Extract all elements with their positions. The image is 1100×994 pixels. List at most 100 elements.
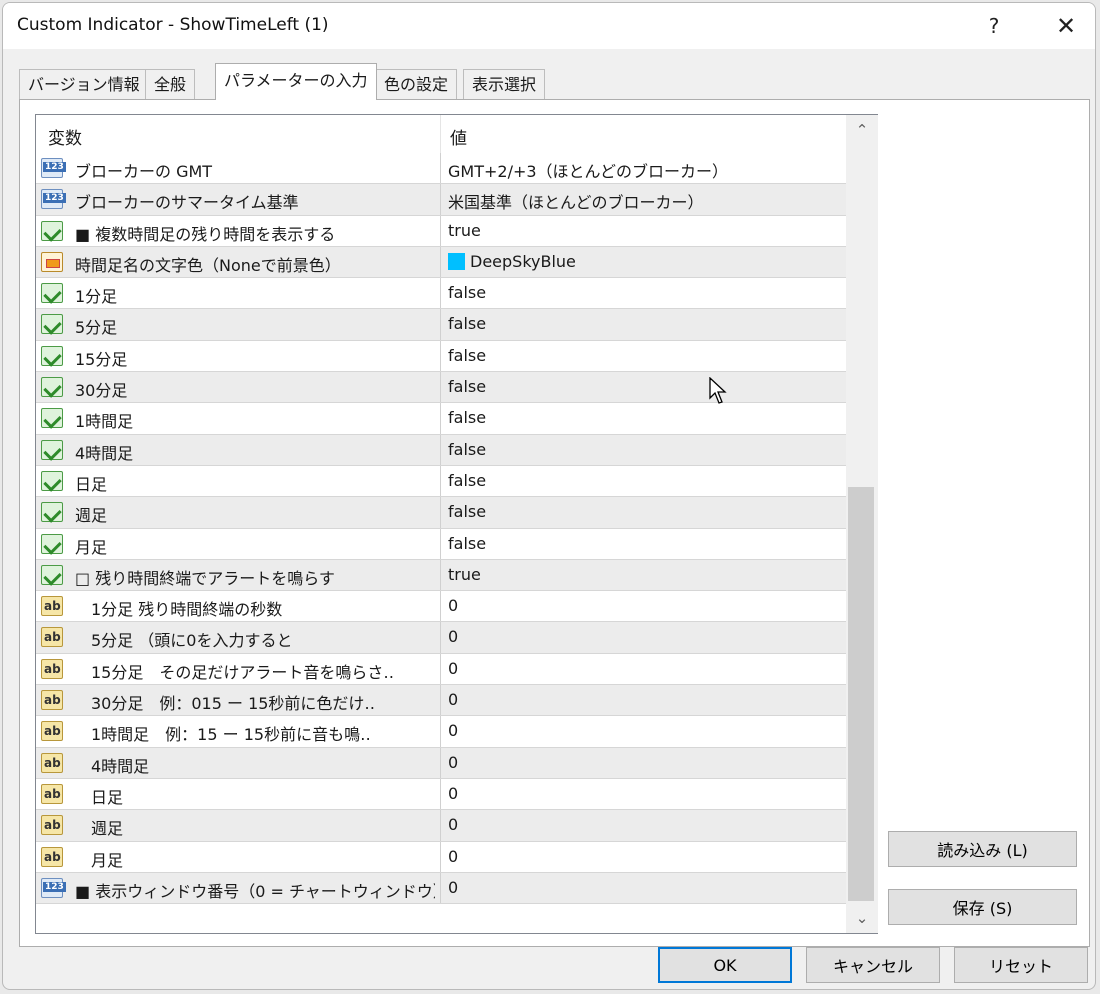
parameter-row[interactable]: 日足 false	[36, 465, 846, 498]
parameter-name: ■ 複数時間足の残り時間を表示する	[75, 224, 336, 244]
parameter-value[interactable]: false	[448, 283, 486, 302]
parameter-value[interactable]: 0	[448, 659, 458, 678]
parameter-value[interactable]: true	[448, 565, 481, 584]
scroll-down-icon[interactable]: ⌄	[846, 903, 878, 933]
ok-button[interactable]: OK	[658, 947, 792, 983]
parameter-row[interactable]: 15分足 その足だけアラート音を鳴らさ‥ 0	[36, 653, 846, 686]
save-button[interactable]: 保存 (S)	[888, 889, 1077, 925]
tab-parameter-input[interactable]: パラメーターの入力	[215, 63, 377, 100]
column-divider	[440, 685, 441, 716]
column-divider	[440, 497, 441, 528]
parameter-value-text: false	[448, 533, 487, 553]
parameter-value[interactable]: false	[448, 377, 486, 396]
parameter-row[interactable]: 月足 0	[36, 841, 846, 873]
string-type-icon	[41, 721, 63, 742]
boolean-type-icon	[41, 345, 63, 366]
parameter-name: □ 残り時間終端でアラートを鳴らす	[75, 568, 335, 588]
parameter-name: ■ 表示ウィンドウ番号（0 = チャートウィンドウ）	[75, 881, 435, 901]
parameter-row[interactable]: ■ 複数時間足の残り時間を表示する true	[36, 215, 846, 247]
integer-type-icon	[41, 189, 66, 210]
column-divider	[440, 716, 441, 747]
color-swatch	[448, 252, 465, 270]
parameter-row[interactable]: 30分足 例：015 ー 15秒前に色だけ‥ 0	[36, 685, 846, 717]
parameter-value[interactable]: 0	[448, 878, 458, 897]
parameter-value[interactable]: DeepSkyBlue	[448, 252, 576, 271]
parameter-row[interactable]: 4時間足 false	[36, 434, 846, 466]
parameter-name: 1時間足 例：15 ー 15秒前に音も鳴‥	[75, 725, 371, 745]
parameter-value[interactable]: GMT+2/+3（ほとんどのブローカー）	[448, 158, 728, 182]
column-header-variable[interactable]: 変数	[48, 124, 82, 149]
parameter-value[interactable]: 0	[448, 596, 458, 615]
column-divider	[440, 184, 441, 215]
parameter-value[interactable]: 0	[448, 627, 458, 646]
load-button[interactable]: 読み込み (L)	[888, 831, 1077, 867]
tab-general[interactable]: 全般	[145, 69, 196, 99]
parameter-value[interactable]: 米国基準（ほとんどのブローカー）	[448, 189, 704, 213]
parameter-row[interactable]: □ 残り時間終端でアラートを鳴らす true	[36, 559, 846, 592]
column-divider	[440, 559, 441, 591]
parameter-value[interactable]: 0	[448, 690, 458, 709]
parameter-value[interactable]: 0	[448, 847, 458, 866]
parameter-value[interactable]: false	[448, 346, 486, 365]
parameter-row[interactable]: 1分足 false	[36, 278, 846, 310]
vertical-scrollbar[interactable]: ⌃ ⌄	[846, 115, 878, 933]
parameter-value-text: 0	[448, 752, 459, 772]
scrollbar-thumb[interactable]	[848, 487, 874, 901]
string-type-icon	[41, 815, 63, 836]
column-divider	[440, 309, 441, 340]
parameter-value-text: 0	[448, 690, 459, 710]
tab-color-settings[interactable]: 色の設定	[375, 69, 458, 99]
parameter-name: 4時間足	[75, 756, 150, 776]
parameter-value[interactable]: 0	[448, 721, 458, 740]
parameter-value-text: 0	[448, 721, 459, 741]
parameter-value[interactable]: 0	[448, 784, 458, 803]
column-header-value[interactable]: 値	[450, 124, 467, 149]
parameter-row[interactable]: 週足 false	[36, 497, 846, 529]
column-divider	[440, 622, 441, 653]
parameter-row[interactable]: 1時間足 false	[36, 403, 846, 435]
parameter-row[interactable]: 15分足 false	[36, 340, 846, 373]
close-button[interactable]: ✕	[1035, 3, 1095, 49]
cancel-button[interactable]: キャンセル	[806, 947, 940, 983]
color-type-icon	[41, 251, 63, 272]
column-divider	[440, 403, 441, 434]
parameter-name: 時間足名の文字色（Noneで前景色）	[75, 255, 341, 275]
parameter-value[interactable]: true	[448, 221, 481, 240]
parameter-value[interactable]: false	[448, 534, 486, 553]
parameter-value[interactable]: false	[448, 471, 486, 490]
parameter-row[interactable]: 1時間足 例：15 ー 15秒前に音も鳴‥ 0	[36, 716, 846, 748]
parameter-value[interactable]: false	[448, 440, 486, 459]
column-divider	[440, 372, 441, 403]
boolean-type-icon	[41, 470, 63, 491]
integer-type-icon	[41, 877, 66, 898]
parameter-name: 日足	[75, 787, 124, 807]
parameter-grid: 変数 値 ブローカーの GMTGMT+2/+3（ほとんどのブローカー）ブローカー…	[35, 114, 878, 934]
parameter-value-text: true	[448, 564, 481, 584]
parameter-value[interactable]: 0	[448, 815, 458, 834]
reset-button[interactable]: リセット	[954, 947, 1088, 983]
parameter-row[interactable]: 日足 0	[36, 778, 846, 811]
parameter-row[interactable]: 月足 false	[36, 528, 846, 560]
parameter-row[interactable]: 5分足 （頭に0を入力すると 0	[36, 622, 846, 654]
help-button[interactable]: ?	[963, 3, 1025, 49]
boolean-type-icon	[41, 502, 63, 523]
column-divider	[440, 465, 441, 497]
parameter-row[interactable]: 時間足名の文字色（Noneで前景色） DeepSkyBlue	[36, 246, 846, 279]
string-type-icon	[41, 627, 63, 648]
parameter-row[interactable]: 5分足 false	[36, 309, 846, 341]
parameter-row[interactable]: ブローカーのサマータイム基準 米国基準（ほとんどのブローカー）	[36, 184, 846, 216]
parameter-value[interactable]: false	[448, 502, 486, 521]
scroll-up-icon[interactable]: ⌃	[846, 115, 878, 145]
tab-version-info[interactable]: バージョン情報	[19, 69, 149, 99]
parameter-row[interactable]: 週足 0	[36, 810, 846, 842]
parameter-row[interactable]: ブローカーの GMT GMT+2/+3（ほとんどのブローカー）	[36, 153, 846, 185]
tab-display-selection[interactable]: 表示選択	[463, 69, 546, 99]
parameter-value[interactable]: false	[448, 408, 486, 427]
parameter-name: 週足	[75, 506, 108, 526]
parameter-value[interactable]: 0	[448, 753, 458, 772]
parameter-value[interactable]: false	[448, 314, 486, 333]
parameter-row[interactable]: ■ 表示ウィンドウ番号（0 = チャートウィンドウ） 0	[36, 872, 846, 905]
parameter-row[interactable]: 4時間足 0	[36, 747, 846, 779]
column-divider	[440, 778, 441, 810]
parameter-row[interactable]: 1分足 残り時間終端の秒数 0	[36, 591, 846, 623]
